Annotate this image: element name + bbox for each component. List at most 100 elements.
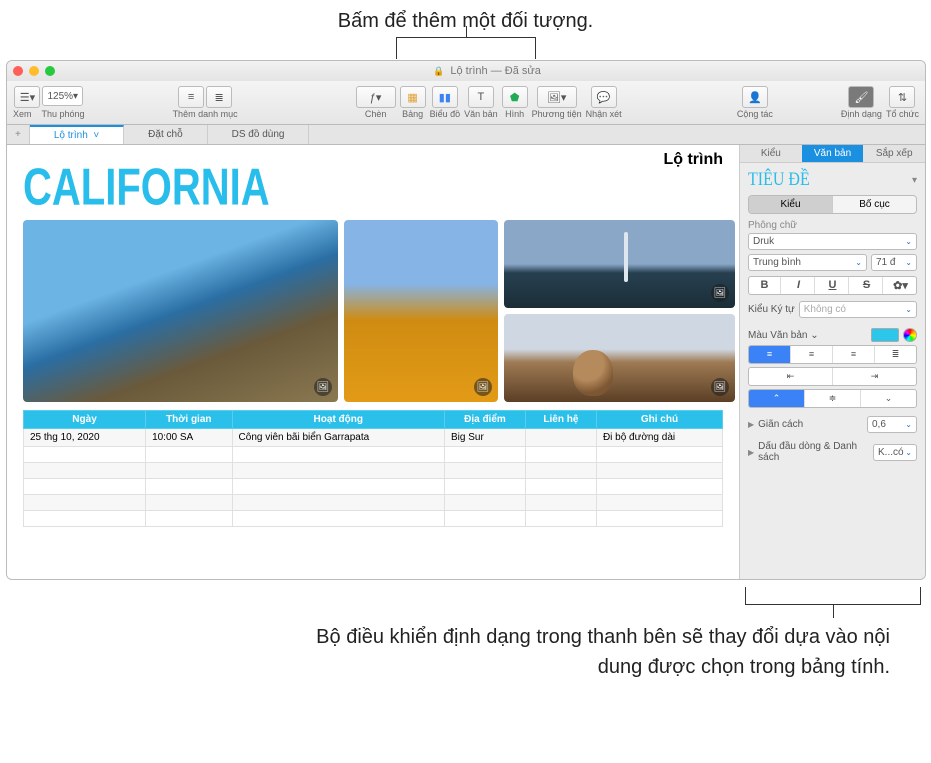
doc-heading[interactable]: CALIFORNIA (23, 159, 270, 218)
bold-button[interactable]: B (749, 277, 781, 294)
format-sidebar: Kiểu Văn bản Sắp xếp TIÊU ĐỀ ▾ Kiểu Bố c… (739, 145, 925, 579)
underline-button[interactable]: U (817, 277, 849, 294)
disclosure-icon[interactable]: ▶ (748, 420, 754, 429)
spacing-field[interactable]: 0,6⌄ (867, 416, 917, 433)
text-button[interactable]: T (468, 86, 494, 108)
doc-subtitle[interactable]: Lộ trình (663, 151, 723, 169)
sheet-tab-1[interactable]: Đặt chỗ (124, 125, 207, 144)
style-layout-segment[interactable]: Kiểu Bố cục (748, 195, 917, 214)
minimize-button[interactable] (29, 66, 39, 76)
font-size-field[interactable]: 71 đ⌄ (871, 254, 917, 271)
table-label: Bảng (402, 109, 423, 119)
italic-button[interactable]: I (783, 277, 815, 294)
chevron-down-icon[interactable]: ▾ (912, 175, 917, 186)
close-button[interactable] (13, 66, 23, 76)
th-1[interactable]: Thời gian (146, 411, 232, 429)
image-placeholder-1[interactable]: 🖼 (23, 220, 338, 402)
font-family-select[interactable]: Druk⌄ (748, 233, 917, 250)
paragraph-style-name[interactable]: TIÊU ĐỀ (748, 169, 810, 191)
cell[interactable] (525, 429, 596, 447)
th-2[interactable]: Hoạt động (232, 411, 444, 429)
view-button[interactable]: ☰▾ (14, 86, 40, 108)
add-category-label: Thêm danh mục (173, 109, 238, 119)
comment-button[interactable]: 💬 (591, 86, 617, 108)
sheet-tab-2[interactable]: DS đồ dùng (208, 125, 310, 144)
format-button[interactable]: 🖌 (848, 86, 874, 108)
font-weight-select[interactable]: Trung bình⌄ (748, 254, 867, 271)
organize-button[interactable]: ⇅ (889, 86, 915, 108)
align-center[interactable]: ≡ (791, 346, 833, 363)
media-icon[interactable]: 🖼 (711, 378, 729, 396)
image-placeholder-4[interactable]: 🖼 (504, 314, 735, 402)
table-row[interactable] (24, 463, 723, 479)
zoom-label: Thu phóng (42, 109, 85, 119)
zoom-select[interactable]: 125%▾ (42, 86, 83, 106)
table-row[interactable] (24, 495, 723, 511)
canvas[interactable]: CALIFORNIA Lộ trình 🖼 🖼 🖼 🖼 Ngày Thời gi… (7, 145, 739, 579)
strike-button[interactable]: S (851, 277, 883, 294)
valign-top[interactable]: ⌃ (749, 390, 805, 407)
lock-icon: 🔒 (433, 66, 444, 76)
sheet-tab-0[interactable]: Lộ trình ˅ (30, 125, 124, 144)
image-placeholder-3[interactable]: 🖼 (344, 220, 498, 402)
bullets-select[interactable]: K...có⌄ (873, 444, 917, 461)
align-right[interactable]: ≡ (833, 346, 875, 363)
text-color-swatch[interactable] (871, 328, 899, 342)
table-row[interactable] (24, 511, 723, 527)
sidebar-tab-arrange[interactable]: Sắp xếp (863, 145, 925, 163)
indent-increase[interactable]: ⇥ (833, 368, 916, 385)
cell[interactable]: Công viên bãi biển Garrapata (232, 429, 444, 447)
sheet-tabs: + Lộ trình ˅ Đặt chỗ DS đồ dùng (7, 125, 925, 145)
th-4[interactable]: Liên hệ (525, 411, 596, 429)
seg-layout[interactable]: Bố cục (833, 196, 916, 213)
align-left[interactable]: ≡ (749, 346, 791, 363)
valign-middle[interactable]: ≑ (805, 390, 861, 407)
text-options-button[interactable]: ✿▾ (885, 277, 916, 294)
view-label: Xem (13, 109, 32, 119)
cell[interactable]: 25 thg 10, 2020 (24, 429, 146, 447)
collab-button[interactable]: 👤 (742, 86, 768, 108)
align-justify[interactable]: ≣ (875, 346, 916, 363)
table-row[interactable]: 25 thg 10, 2020 10:00 SA Công viên bãi b… (24, 429, 723, 447)
valign-bottom[interactable]: ⌄ (861, 390, 916, 407)
spacing-label: Giãn cách (758, 419, 863, 430)
seg-style[interactable]: Kiểu (749, 196, 833, 213)
collab-label: Cộng tác (737, 109, 773, 119)
disclosure-icon[interactable]: ▶ (748, 448, 754, 457)
text-label: Văn bản (464, 109, 498, 119)
list-btn2[interactable]: ≣ (206, 86, 232, 108)
shape-button[interactable]: ⬟ (502, 86, 528, 108)
zoom-button[interactable] (45, 66, 55, 76)
insert-label: Chèn (365, 109, 387, 119)
data-table[interactable]: Ngày Thời gian Hoạt động Địa điểm Liên h… (23, 410, 723, 527)
format-label: Định dạng (841, 109, 882, 119)
sidebar-tab-text[interactable]: Văn bản (802, 145, 864, 163)
th-3[interactable]: Địa điểm (445, 411, 526, 429)
media-icon[interactable]: 🖼 (711, 284, 729, 302)
media-icon[interactable]: 🖼 (474, 378, 492, 396)
media-button[interactable]: 🖼▾ (537, 86, 577, 108)
cell[interactable]: 10:00 SA (146, 429, 232, 447)
table-row[interactable] (24, 479, 723, 495)
comment-label: Nhận xét (586, 109, 622, 119)
image-placeholder-2[interactable]: 🖼 (504, 220, 735, 308)
char-style-label: Kiểu Ký tự (748, 304, 795, 315)
char-style-select[interactable]: Không có⌄ (799, 301, 917, 318)
window-title: 🔒 Lộ trình — Đã sửa (55, 65, 919, 77)
sidebar-tab-style[interactable]: Kiểu (740, 145, 802, 163)
list-btn1[interactable]: ≡ (178, 86, 204, 108)
th-5[interactable]: Ghi chú (596, 411, 722, 429)
add-sheet-button[interactable]: + (7, 125, 30, 144)
table-row[interactable] (24, 447, 723, 463)
insert-button[interactable]: ƒ▾ (356, 86, 396, 108)
chart-button[interactable]: ▮▮ (432, 86, 458, 108)
cell[interactable]: Đi bộ đường dài (596, 429, 722, 447)
cell[interactable]: Big Sur (445, 429, 526, 447)
media-icon[interactable]: 🖼 (314, 378, 332, 396)
th-0[interactable]: Ngày (24, 411, 146, 429)
titlebar: 🔒 Lộ trình — Đã sửa (7, 61, 925, 81)
color-picker-button[interactable] (903, 328, 917, 342)
organize-label: Tổ chức (886, 109, 919, 119)
table-button[interactable]: ▦ (400, 86, 426, 108)
indent-decrease[interactable]: ⇤ (749, 368, 833, 385)
